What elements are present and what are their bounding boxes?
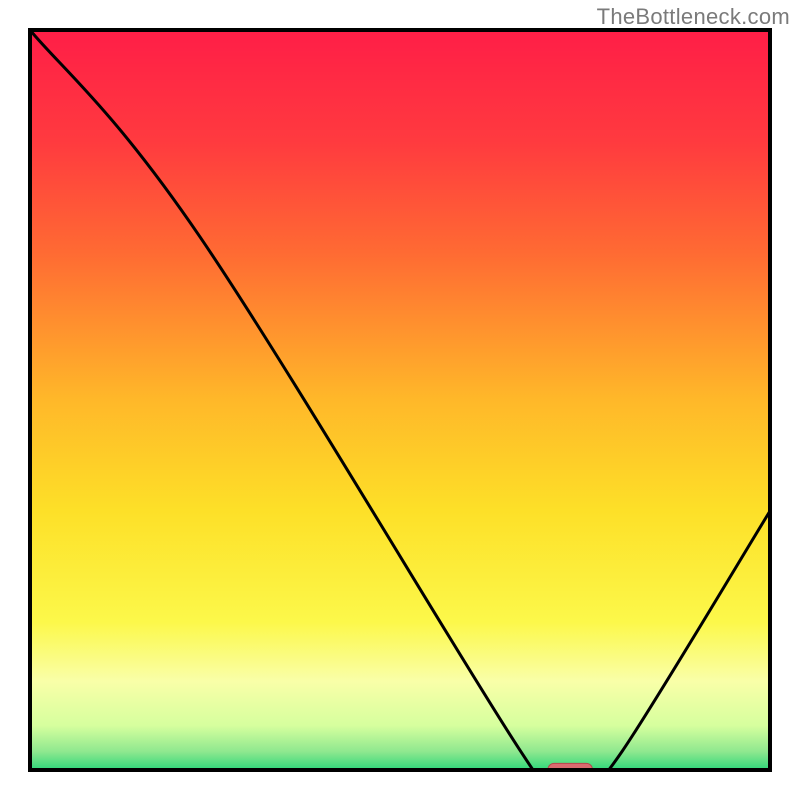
chart-container: TheBottleneck.com [0,0,800,800]
watermark-text: TheBottleneck.com [597,4,790,30]
bottleneck-chart [0,0,800,800]
gradient-background [30,30,770,770]
